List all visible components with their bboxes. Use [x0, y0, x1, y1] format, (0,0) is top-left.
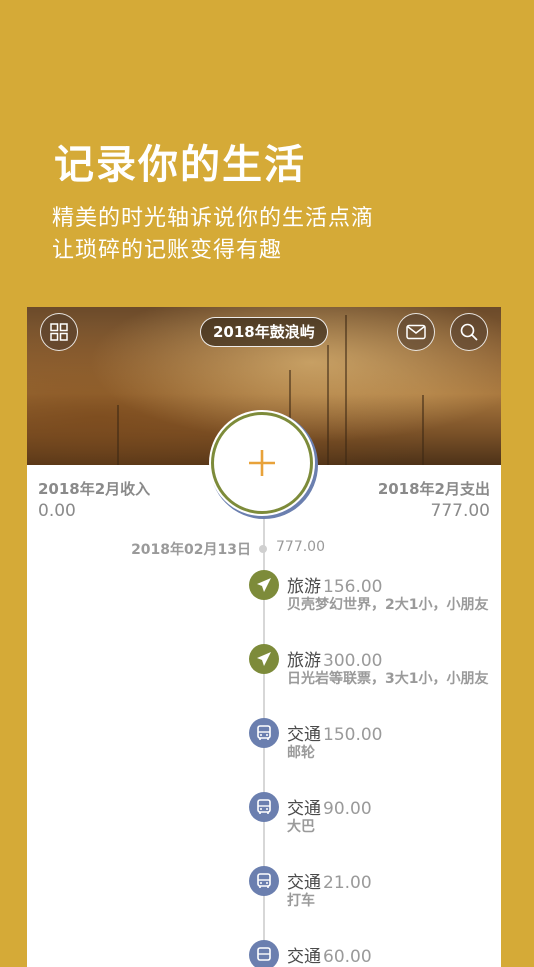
search-button[interactable]: [450, 313, 488, 351]
entry-note: 贝壳梦幻世界，2大1小，小朋友: [287, 597, 489, 613]
airplane-icon: [249, 570, 279, 600]
entry-amount: 60.00: [323, 947, 372, 967]
expense-value: 777.00: [430, 501, 490, 521]
entry-note: 打车: [287, 893, 315, 909]
timeline-entry[interactable]: 旅游 156.00 贝壳梦幻世界，2大1小，小朋友: [27, 570, 501, 630]
timeline-day-total: 777.00: [276, 539, 325, 555]
entry-note: 大巴: [287, 819, 315, 835]
timeline-entry[interactable]: 交通 90.00 大巴: [27, 792, 501, 852]
entry-note: 日光岩等联票，3大1小，小朋友: [287, 671, 489, 687]
bus-icon: [249, 718, 279, 748]
mail-icon: [406, 324, 426, 340]
timeline-entry[interactable]: 交通 150.00 邮轮: [27, 718, 501, 778]
promo-title: 记录你的生活: [54, 142, 306, 188]
timeline-entry[interactable]: 旅游 300.00 日光岩等联票，3大1小，小朋友: [27, 644, 501, 704]
mail-button[interactable]: [397, 313, 435, 351]
timeline-date-dot: [259, 545, 267, 553]
app-screen-card: 2018年鼓浪屿 2018年2月收入 0.00 2018年2月支出 777.00…: [27, 307, 501, 967]
timeline-entry[interactable]: 交通 60.00: [27, 940, 501, 967]
grid-menu-button[interactable]: [40, 313, 78, 351]
bus-icon: [249, 866, 279, 896]
bus-icon: [249, 940, 279, 967]
timeline-entry[interactable]: 交通 21.00 打车: [27, 866, 501, 926]
timeline-date-row: 2018年02月13日 777.00: [27, 539, 501, 559]
entry-category: 交通: [287, 947, 321, 967]
album-title-button[interactable]: 2018年鼓浪屿: [200, 317, 328, 347]
entry-note: 邮轮: [287, 745, 315, 761]
bus-icon: [249, 792, 279, 822]
search-icon: [460, 323, 478, 341]
promo-subtitle-line2: 让琐碎的记账变得有趣: [52, 238, 283, 263]
timeline-date: 2018年02月13日: [131, 542, 251, 558]
airplane-icon: [249, 644, 279, 674]
grid-icon: [50, 323, 68, 341]
plus-icon: [249, 450, 275, 476]
income-label: 2018年2月收入: [38, 480, 151, 498]
add-entry-button[interactable]: [211, 412, 313, 514]
promo-subtitle-line1: 精美的时光轴诉说你的生活点滴: [52, 206, 375, 231]
expense-label: 2018年2月支出: [377, 480, 490, 498]
income-value: 0.00: [38, 501, 76, 521]
